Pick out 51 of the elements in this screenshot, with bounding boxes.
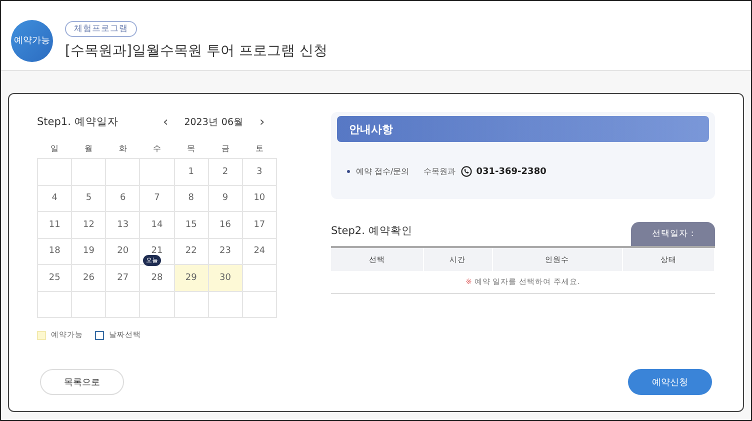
department-name: 수목원과 — [423, 166, 456, 177]
calendar-day[interactable]: 3 — [242, 158, 276, 185]
calendar-day[interactable]: 29 — [174, 264, 208, 291]
status-badge: 예약가능 — [11, 20, 53, 62]
next-month-button[interactable]: › — [258, 114, 267, 130]
contact-label: 예약 접수/문의 — [356, 166, 410, 177]
calendar-day[interactable]: 27 — [106, 264, 140, 291]
step-title: Step2. 예약확인 — [331, 224, 412, 238]
calendar-day[interactable]: 9 — [208, 185, 242, 212]
weekday-label: 수 — [140, 138, 174, 158]
weekday-label: 월 — [72, 138, 106, 158]
page-title: [수목원과]일월수목원 투어 프로그램 신청 — [65, 42, 328, 60]
weekday-label: 일 — [38, 138, 72, 158]
available-swatch — [37, 330, 46, 340]
calendar-day[interactable]: 16 — [208, 212, 242, 238]
calendar-day[interactable]: 12 — [72, 212, 106, 238]
phone-icon — [461, 166, 472, 177]
selected-swatch — [95, 330, 104, 340]
notice-title: 안내사항 — [349, 122, 393, 136]
weekday-label: 화 — [106, 138, 140, 158]
calendar-day[interactable]: 5 — [72, 185, 106, 212]
calendar-day[interactable]: 6 — [106, 185, 140, 212]
calendar-day[interactable]: 7 — [140, 185, 174, 212]
calendar-day[interactable]: 20 — [106, 238, 140, 264]
calendar-day[interactable]: 26 — [72, 264, 106, 291]
weekday-label: 토 — [242, 138, 276, 158]
calendar-day[interactable]: 15 — [174, 212, 208, 238]
bullet-icon — [347, 170, 350, 173]
calendar-day[interactable]: 10 — [242, 185, 276, 212]
calendar-day[interactable]: 24 — [242, 238, 276, 264]
previous-month-button[interactable]: ‹ — [161, 114, 170, 130]
category-tag: 체험프로그램 — [65, 21, 137, 37]
month-label: 2023년 06월 — [184, 116, 244, 128]
calendar-day[interactable]: 2 — [208, 158, 242, 185]
calendar-day[interactable]: 4 — [38, 185, 72, 212]
reserve-button[interactable]: 예약신청 — [628, 369, 712, 395]
calendar-day[interactable]: 13 — [106, 212, 140, 238]
calendar-day[interactable]: 18 — [38, 238, 72, 264]
calendar-day[interactable]: 30 — [208, 264, 242, 291]
calendar-day[interactable]: 17 — [242, 212, 276, 238]
phone-number: 031-369-2380 — [476, 166, 546, 176]
weekday-label: 목 — [174, 138, 208, 158]
calendar-day[interactable]: 19 — [72, 238, 106, 264]
calendar-day[interactable]: 8 — [174, 185, 208, 212]
list-button[interactable]: 목록으로 — [40, 369, 124, 395]
calendar-day[interactable]: 14 — [140, 212, 174, 238]
weekday-label: 금 — [208, 138, 242, 158]
step-title: Step1. 예약일자 — [37, 115, 120, 129]
calendar-day[interactable]: 1 — [174, 158, 208, 185]
calendar-day[interactable]: 25 — [38, 264, 72, 291]
calendar-day[interactable]: 11 — [38, 212, 72, 238]
